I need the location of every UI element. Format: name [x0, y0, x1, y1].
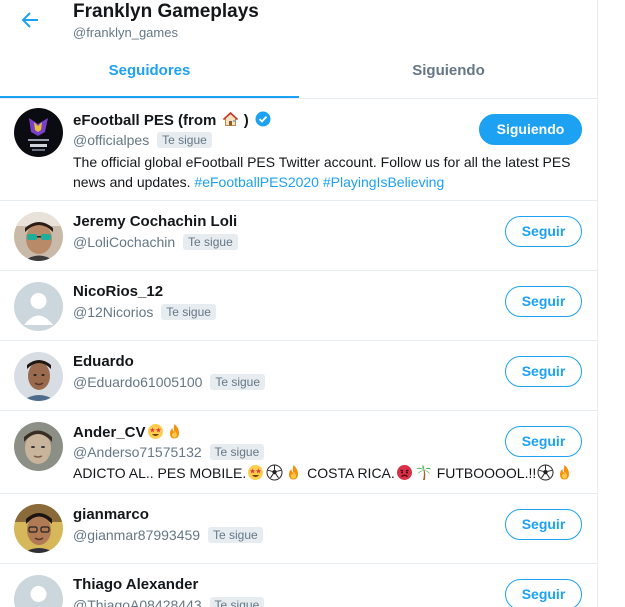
star-struck-icon — [147, 423, 164, 440]
user-handle: @ThiagoA08428443 — [73, 597, 202, 607]
user-name: Jeremy Cochachin Loli — [73, 213, 238, 230]
tab-seguidores[interactable]: Seguidores — [0, 47, 299, 98]
follows-you-badge: Te sigue — [207, 527, 263, 543]
avatar[interactable] — [14, 108, 63, 157]
avatar[interactable] — [14, 422, 63, 471]
pouting-face-icon — [396, 464, 413, 481]
follows-you-badge: Te sigue — [183, 234, 238, 250]
list-item[interactable]: NicoRios_12 @12Nicorios Te sigue Seguir — [0, 271, 597, 341]
star-struck-icon — [247, 464, 264, 481]
user-handle-line: @ThiagoA08428443 Te sigue — [73, 597, 265, 607]
user-name: Eduardo — [73, 353, 134, 370]
user-handle: @gianmar87993459 — [73, 527, 201, 543]
user-name: gianmarco — [73, 506, 149, 523]
user-handle: @Anderso71575132 — [73, 444, 202, 460]
fire-icon — [556, 464, 573, 481]
user-bio: The official global eFootball PES Twitte… — [73, 154, 571, 190]
soccer-ball-icon — [266, 464, 283, 481]
user-handle: @LoliCochachin — [73, 234, 176, 250]
user-handle-line: @Eduardo61005100 Te sigue — [73, 374, 266, 390]
verified-icon — [255, 111, 271, 127]
list-item[interactable]: eFootball PES (from ) @officialpes Te si… — [0, 99, 597, 201]
avatar[interactable] — [14, 504, 63, 553]
list-item[interactable]: Thiago Alexander @ThiagoA08428443 Te sig… — [0, 564, 597, 607]
default-avatar-icon[interactable] — [14, 575, 63, 607]
avatar[interactable] — [14, 212, 63, 261]
list-item[interactable]: gianmarco @gianmar87993459 Te sigue Segu… — [0, 494, 597, 564]
user-handle-line: @LoliCochachin Te sigue — [73, 234, 238, 250]
followers-column: Franklyn Gameplays @franklyn_games Segui… — [0, 0, 598, 607]
user-handle: @Eduardo61005100 — [73, 374, 203, 390]
house-icon — [222, 111, 239, 128]
follow-button[interactable]: Seguir — [505, 426, 582, 457]
user-handle-line: @Anderso71575132 Te sigue — [73, 444, 265, 460]
user-handle: @officialpes — [73, 132, 150, 148]
list-item[interactable]: Jeremy Cochachin Loli @LoliCochachin Te … — [0, 201, 597, 271]
user-name: eFootball PES (from ) — [73, 111, 271, 129]
profile-name: Franklyn Gameplays — [73, 1, 259, 22]
user-handle-line: @officialpes Te sigue — [73, 132, 212, 148]
user-handle: @12Nicorios — [73, 304, 154, 320]
fire-icon — [285, 464, 302, 481]
user-list: eFootball PES (from ) @officialpes Te si… — [0, 99, 597, 607]
follow-button[interactable]: Seguir — [505, 286, 582, 317]
back-arrow-icon[interactable] — [18, 8, 42, 32]
user-bio: ADICTO AL.. PES MOBILE. COSTA RICA. FUTB… — [73, 463, 583, 483]
follow-button[interactable]: Seguir — [505, 509, 582, 540]
fire-icon — [166, 423, 183, 440]
follow-button[interactable]: Seguir — [505, 579, 582, 607]
soccer-ball-icon — [537, 464, 554, 481]
list-item[interactable]: Ander_CV @Anderso71575132 Te sigue Segui… — [0, 411, 597, 494]
palm-tree-icon — [415, 464, 432, 481]
avatar[interactable] — [14, 352, 63, 401]
profile-header: Franklyn Gameplays @franklyn_games — [0, 0, 597, 47]
tab-siguiendo[interactable]: Siguiendo — [299, 47, 597, 98]
default-avatar-icon[interactable] — [14, 282, 63, 331]
user-name: NicoRios_12 — [73, 283, 164, 300]
tab-bar: Seguidores Siguiendo — [0, 47, 597, 99]
user-name: Ander_CV — [73, 423, 184, 441]
following-button[interactable]: Siguiendo — [479, 114, 582, 145]
user-name: Thiago Alexander — [73, 576, 199, 593]
follows-you-badge: Te sigue — [157, 132, 212, 148]
user-handle-line: @gianmar87993459 Te sigue — [73, 527, 263, 543]
follows-you-badge: Te sigue — [210, 374, 266, 390]
profile-handle: @franklyn_games — [73, 25, 178, 40]
list-item[interactable]: Eduardo @Eduardo61005100 Te sigue Seguir — [0, 341, 597, 411]
bio-hashtags[interactable]: #eFootballPES2020 #PlayingIsBelieving — [194, 174, 444, 190]
follows-you-badge: Te sigue — [209, 444, 265, 460]
follow-button[interactable]: Seguir — [505, 356, 582, 387]
follows-you-badge: Te sigue — [161, 304, 216, 320]
user-handle-line: @12Nicorios Te sigue — [73, 304, 216, 320]
follows-you-badge: Te sigue — [209, 597, 265, 607]
follow-button[interactable]: Seguir — [505, 216, 582, 247]
